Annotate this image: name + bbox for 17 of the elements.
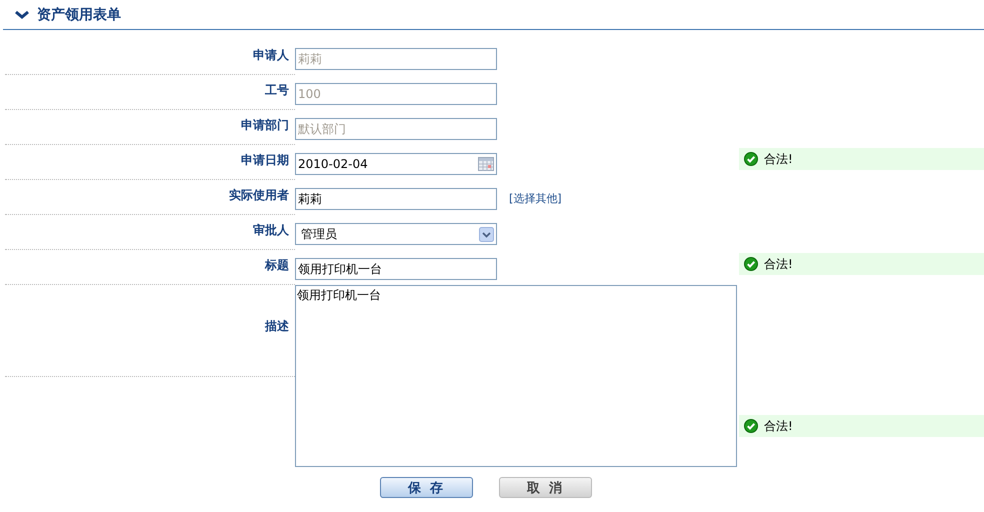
chevron-down-icon[interactable]: [479, 226, 494, 242]
check-icon: [744, 419, 758, 433]
cancel-button[interactable]: 取 消: [499, 477, 592, 498]
save-button[interactable]: 保 存: [380, 477, 473, 498]
text-field[interactable]: 领用打印机一台: [295, 258, 497, 280]
message-text: 合法!: [764, 257, 793, 271]
choose-other-link[interactable]: [选择其他]: [509, 192, 562, 206]
message-text: 合法!: [764, 419, 793, 433]
text-field[interactable]: 莉莉: [295, 188, 497, 210]
chevron-down-icon[interactable]: [15, 10, 29, 20]
description-field[interactable]: 领用打印机一台: [295, 285, 737, 467]
form-title: 资产领用表单: [37, 6, 121, 24]
check-icon: [744, 257, 758, 271]
date-field[interactable]: 2010-02-04: [295, 153, 497, 175]
approver-dropdown[interactable]: 管理员: [295, 223, 497, 245]
check-icon: [744, 152, 758, 166]
message-text: 合法!: [764, 152, 793, 166]
